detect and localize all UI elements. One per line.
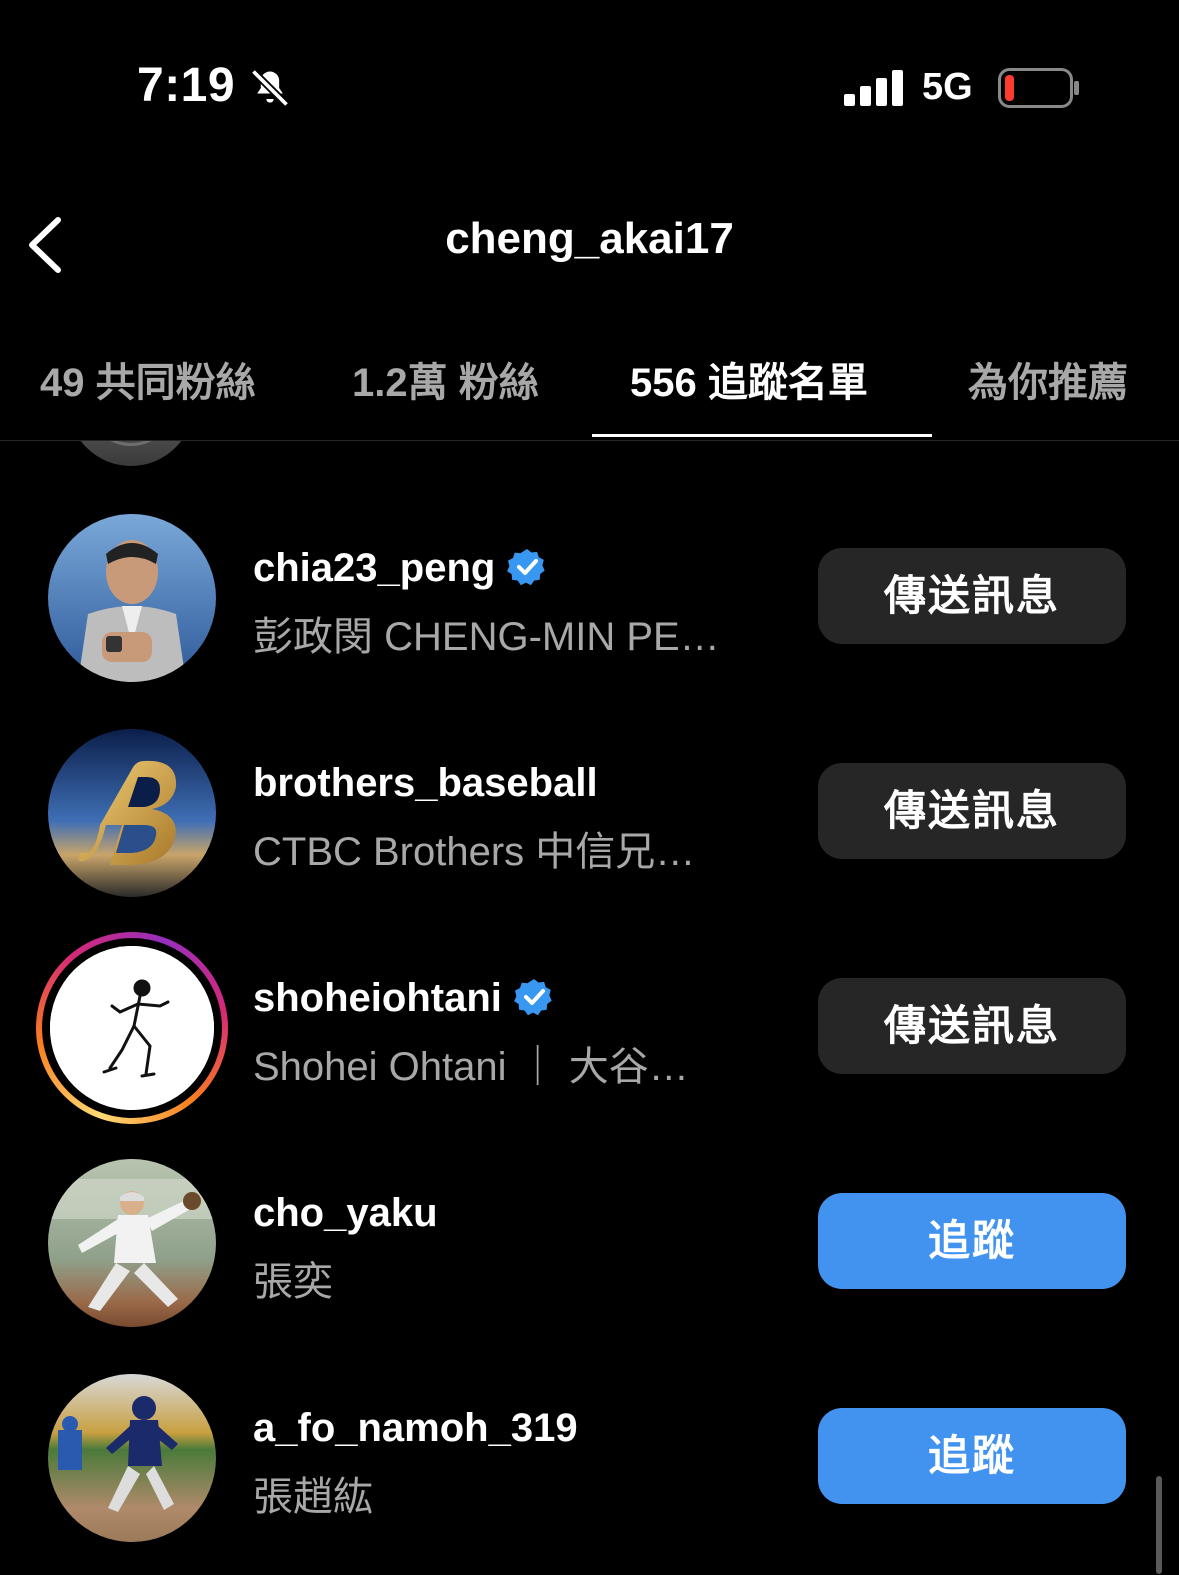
verified-badge-icon: [507, 549, 546, 586]
tab-following[interactable]: 556 追蹤名單: [630, 350, 868, 408]
battery-icon: [998, 68, 1079, 108]
active-tab-indicator: [592, 434, 932, 437]
full-name: 張奕: [253, 1260, 333, 1304]
avatar[interactable]: [48, 514, 216, 682]
cellular-signal-icon: [844, 70, 903, 106]
message-button[interactable]: 傳送訊息: [818, 763, 1126, 859]
tab-mutual-followers[interactable]: 49 共同粉絲: [40, 350, 256, 408]
status-time: 7:19: [137, 59, 236, 112]
verified-badge-icon: [513, 979, 552, 1016]
story-ring-gap: [42, 938, 222, 1118]
silent-bell-icon: [250, 68, 290, 108]
full-name: 張趙紘: [253, 1475, 373, 1519]
full-name: Shohei Ohtani ｜ 大谷…: [253, 1045, 689, 1089]
list-item[interactable]: cho_yaku 張奕 追蹤: [0, 1159, 1179, 1359]
message-button[interactable]: 傳送訊息: [818, 548, 1126, 644]
avatar[interactable]: [48, 1159, 216, 1327]
network-type: 5G: [922, 66, 973, 108]
username[interactable]: cho_yaku: [253, 1191, 438, 1236]
avatar[interactable]: [48, 729, 216, 897]
username[interactable]: chia23_peng: [253, 546, 547, 591]
tab-suggested[interactable]: 為你推薦: [968, 350, 1128, 408]
username[interactable]: brothers_baseball: [253, 761, 598, 806]
avatar[interactable]: [48, 1374, 216, 1542]
username[interactable]: shoheiohtani: [253, 976, 554, 1021]
scrollbar[interactable]: [1156, 1476, 1162, 1574]
full-name: CTBC Brothers 中信兄…: [253, 830, 696, 874]
username-text: shoheiohtani: [253, 976, 502, 1020]
list-item[interactable]: a_fo_namoh_319 張趙紘 追蹤: [0, 1374, 1179, 1574]
username-text: chia23_peng: [253, 546, 496, 590]
tab-bar: 49 共同粉絲 1.2萬 粉絲 556 追蹤名單 為你推薦: [0, 330, 1179, 441]
avatar[interactable]: [50, 946, 214, 1110]
list-item[interactable]: brothers_baseball CTBC Brothers 中信兄… 傳送訊…: [0, 729, 1179, 929]
follow-button[interactable]: 追蹤: [818, 1408, 1126, 1504]
full-name: 彭政閔 CHENG-MIN PE…: [253, 615, 720, 659]
story-ring[interactable]: [36, 932, 228, 1124]
message-button[interactable]: 傳送訊息: [818, 978, 1126, 1074]
navigation-bar: cheng_akai17: [0, 190, 1179, 300]
follow-button[interactable]: 追蹤: [818, 1193, 1126, 1289]
tab-followers[interactable]: 1.2萬 粉絲: [352, 350, 539, 408]
username[interactable]: a_fo_namoh_319: [253, 1406, 578, 1451]
list-item[interactable]: chia23_peng 彭政閔 CHENG-MIN PE… 傳送訊息: [0, 514, 1179, 714]
list-item[interactable]: shoheiohtani Shohei Ohtani ｜ 大谷… 傳送訊息: [0, 932, 1179, 1144]
page-title: cheng_akai17: [445, 214, 734, 263]
status-bar: 7:19 5G: [0, 0, 1179, 180]
